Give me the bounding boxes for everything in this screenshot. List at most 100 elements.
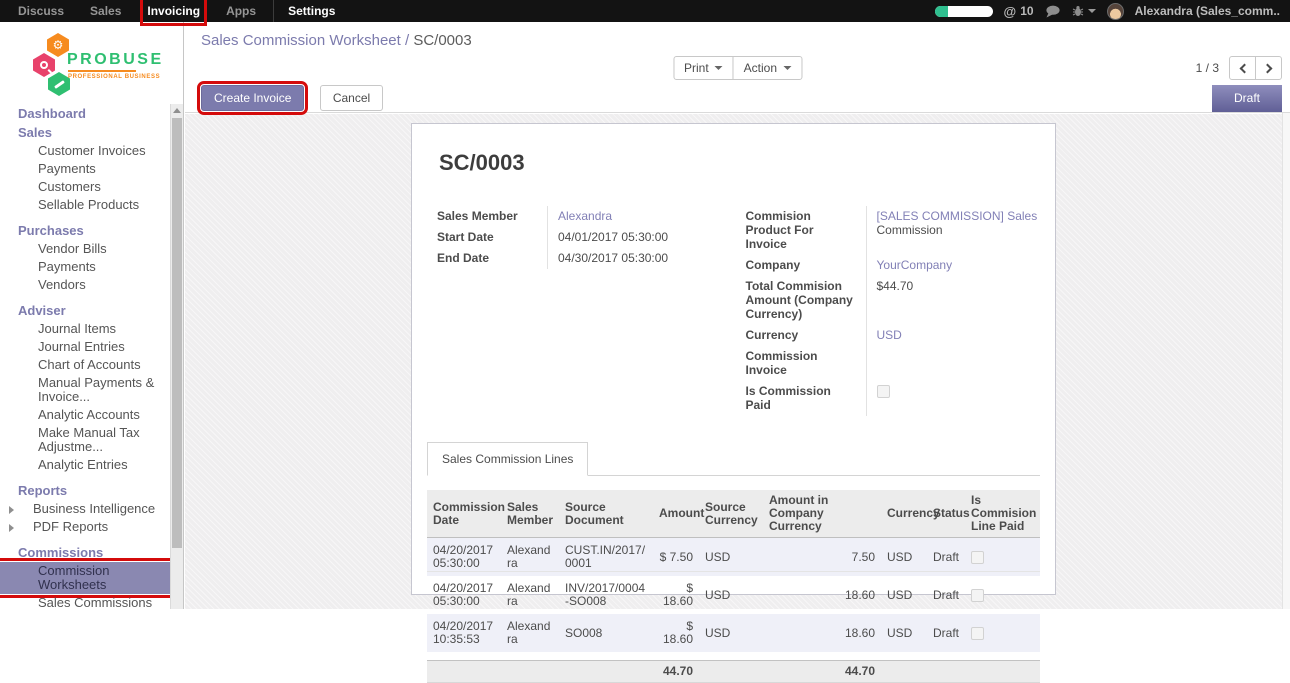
total-amount: 44.70 bbox=[653, 661, 699, 683]
breadcrumb: Sales Commission Worksheet / SC/0003 bbox=[185, 22, 1290, 49]
nav-discuss[interactable]: Discuss bbox=[15, 0, 67, 22]
cell-source: SO008 bbox=[559, 614, 653, 652]
brand-underline bbox=[68, 70, 136, 72]
line-paid-checkbox[interactable] bbox=[971, 627, 984, 640]
is-commission-paid-checkbox[interactable] bbox=[877, 385, 890, 398]
sidebar-item-manual-payments[interactable]: Manual Payments & Invoice... bbox=[0, 374, 170, 406]
cell-member: Alexandra bbox=[501, 614, 559, 652]
sidebar-item-journal-entries[interactable]: Journal Entries bbox=[0, 338, 170, 356]
sidebar-item-dashboard[interactable]: Dashboard bbox=[0, 104, 170, 123]
sidebar-item-payments[interactable]: Payments bbox=[0, 160, 170, 178]
sidebar-item-customer-invoices[interactable]: Customer Invoices bbox=[0, 142, 170, 160]
action-button[interactable]: Action bbox=[733, 56, 802, 80]
avatar[interactable] bbox=[1107, 3, 1124, 20]
breadcrumb-separator: / bbox=[405, 32, 409, 49]
sheet-bottom-divider bbox=[427, 571, 1040, 572]
gear-hexagon-icon: ⚙ bbox=[47, 33, 69, 57]
scrollbar-up-arrow-icon[interactable] bbox=[171, 104, 183, 117]
debug-menu[interactable] bbox=[1072, 5, 1096, 17]
chevron-right-icon bbox=[1262, 63, 1272, 73]
sidebar-header-reports[interactable]: Reports bbox=[0, 481, 170, 500]
field-label: Commision Product For Invoice bbox=[746, 206, 866, 255]
print-button[interactable]: Print bbox=[673, 56, 734, 80]
sidebar-item-sales-commissions-lines[interactable]: Sales Commissions Lines bbox=[0, 594, 170, 609]
commission-line-row[interactable]: 04/20/2017 10:35:53 Alexandra SO008 $ 18… bbox=[427, 614, 1040, 652]
field-label: Currency bbox=[746, 325, 866, 346]
chevron-down-icon bbox=[783, 66, 791, 70]
breadcrumb-parent-link[interactable]: Sales Commission Worksheet bbox=[201, 32, 401, 49]
field-label: Sales Member bbox=[437, 206, 547, 227]
col-header: Status bbox=[927, 490, 965, 538]
line-paid-checkbox[interactable] bbox=[971, 589, 984, 602]
cell-currency: USD bbox=[881, 576, 927, 614]
cancel-button[interactable]: Cancel bbox=[320, 85, 383, 111]
sidebar-item-commission-worksheets[interactable]: Commission Worksheets bbox=[0, 562, 170, 594]
right-field-group: Commision Product For Invoice [SALES COM… bbox=[739, 206, 1041, 416]
breadcrumb-current: SC/0003 bbox=[413, 32, 471, 49]
col-header: Currency bbox=[881, 490, 927, 538]
currency-link[interactable]: USD bbox=[877, 328, 902, 342]
line-paid-checkbox[interactable] bbox=[971, 551, 984, 564]
sidebar-item-sellable-products[interactable]: Sellable Products bbox=[0, 196, 170, 214]
field-label: Start Date bbox=[437, 227, 547, 248]
commission-product-link[interactable]: [SALES COMMISSION] Sales bbox=[877, 209, 1038, 223]
pager-counter: 1 / 3 bbox=[1196, 61, 1219, 75]
create-invoice-button[interactable]: Create Invoice bbox=[201, 85, 304, 111]
cell-source-currency: USD bbox=[699, 576, 763, 614]
mentions-counter[interactable]: @ 10 bbox=[1004, 4, 1034, 19]
sidebar-item-analytic-accounts[interactable]: Analytic Accounts bbox=[0, 406, 170, 424]
sidebar-scrollbar[interactable] bbox=[170, 104, 183, 609]
sidebar-header-sales[interactable]: Sales bbox=[0, 123, 170, 142]
commission-product-tail: Commission bbox=[877, 223, 943, 237]
sidebar-item-pdf-reports[interactable]: PDF Reports bbox=[0, 518, 170, 536]
sidebar-item-payments-2[interactable]: Payments bbox=[0, 258, 170, 276]
sidebar-item-chart-of-accounts[interactable]: Chart of Accounts bbox=[0, 356, 170, 374]
nav-apps[interactable]: Apps bbox=[223, 0, 259, 22]
company-link[interactable]: YourCompany bbox=[877, 258, 953, 272]
field-groups: Sales Member Alexandra Start Date 04/01/… bbox=[437, 206, 1040, 416]
totals-row: 44.70 44.70 bbox=[427, 660, 1040, 683]
sidebar: ⚙ PROBUSE PROFESSIONAL BUSINESS Dashboar… bbox=[0, 22, 184, 609]
sidebar-header-adviser[interactable]: Adviser bbox=[0, 301, 170, 320]
cell-amount-company: 18.60 bbox=[763, 614, 881, 652]
mention-count: 10 bbox=[1020, 4, 1033, 18]
col-header: Amount in Company Currency bbox=[763, 490, 881, 538]
col-header: Commission Date bbox=[427, 490, 501, 538]
user-menu[interactable]: Alexandra (Sales_comm.. bbox=[1135, 4, 1280, 18]
table-header-row: Commission Date Sales Member Source Docu… bbox=[427, 490, 1040, 538]
sidebar-header-commissions[interactable]: Commissions bbox=[0, 543, 170, 562]
sidebar-scrollbar-thumb[interactable] bbox=[172, 118, 182, 548]
pager-next-button[interactable] bbox=[1255, 56, 1282, 80]
sidebar-item-manual-tax-adjustments[interactable]: Make Manual Tax Adjustme... bbox=[0, 424, 170, 456]
tab-sales-commission-lines[interactable]: Sales Commission Lines bbox=[427, 442, 588, 476]
commission-line-row[interactable]: 04/20/2017 05:30:00 Alexandra INV/2017/0… bbox=[427, 576, 1040, 614]
cell-member: Alexandra bbox=[501, 576, 559, 614]
nav-invoicing[interactable]: Invoicing bbox=[144, 0, 203, 22]
col-header: Sales Member bbox=[501, 490, 559, 538]
pager-previous-button[interactable] bbox=[1229, 56, 1256, 80]
sidebar-menu: Dashboard Sales Customer Invoices Paymen… bbox=[0, 104, 170, 609]
sidebar-header-purchases[interactable]: Purchases bbox=[0, 221, 170, 240]
notebook-tabs: Sales Commission Lines bbox=[427, 442, 1040, 476]
top-nav-bar: Discuss Sales Invoicing Apps Settings @ … bbox=[0, 0, 1290, 22]
cell-status: Draft bbox=[927, 576, 965, 614]
sidebar-item-business-intelligence[interactable]: Business Intelligence bbox=[0, 500, 170, 518]
cell-currency: USD bbox=[881, 614, 927, 652]
magnifier-hexagon-icon bbox=[33, 53, 55, 77]
sidebar-item-vendors[interactable]: Vendors bbox=[0, 276, 170, 294]
sidebar-item-customers[interactable]: Customers bbox=[0, 178, 170, 196]
nav-sales[interactable]: Sales bbox=[87, 0, 124, 22]
messages-icon[interactable] bbox=[1045, 5, 1061, 18]
status-badge-draft[interactable]: Draft bbox=[1212, 85, 1282, 112]
end-date-value: 04/30/2017 05:30:00 bbox=[547, 248, 739, 269]
sidebar-item-vendor-bills[interactable]: Vendor Bills bbox=[0, 240, 170, 258]
sales-member-link[interactable]: Alexandra bbox=[558, 209, 612, 223]
status-bar: Create Invoice Cancel Draft bbox=[185, 85, 1290, 112]
cell-amount-company: 18.60 bbox=[763, 576, 881, 614]
cell-amount: $ 18.60 bbox=[653, 614, 699, 652]
sidebar-item-journal-items[interactable]: Journal Items bbox=[0, 320, 170, 338]
cell-date: 04/20/2017 10:35:53 bbox=[427, 614, 501, 652]
nav-settings[interactable]: Settings bbox=[273, 0, 338, 22]
cell-date: 04/20/2017 05:30:00 bbox=[427, 576, 501, 614]
sidebar-item-analytic-entries[interactable]: Analytic Entries bbox=[0, 456, 170, 474]
